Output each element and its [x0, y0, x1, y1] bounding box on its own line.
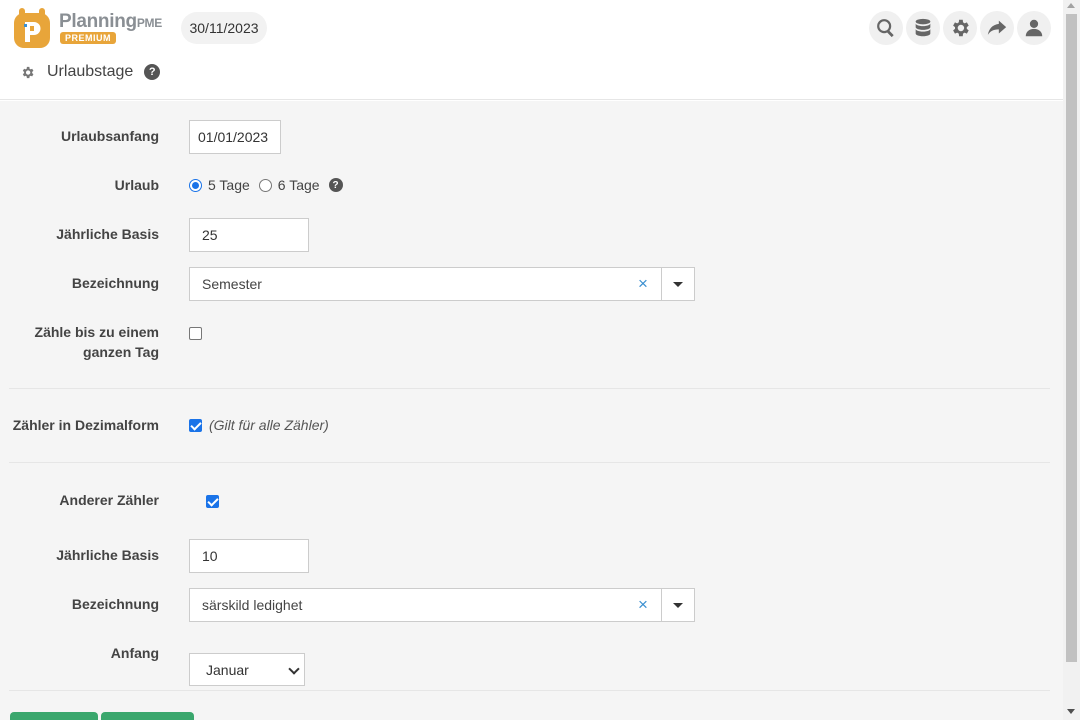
dropdown-arrow-icon[interactable] — [661, 589, 694, 621]
section-divider — [9, 388, 1050, 389]
count-full-day-checkbox[interactable] — [189, 327, 202, 340]
app-header: PlanningPME PREMIUM 30/11/2023 Urlaubsta… — [0, 0, 1063, 100]
designation-label: Bezeichnung — [71, 275, 159, 291]
help-icon[interactable]: ? — [144, 64, 161, 80]
decimal-counter-note: (Gilt für alle Zähler) — [209, 417, 329, 433]
scroll-down-icon[interactable] — [1067, 709, 1075, 714]
user-button[interactable] — [1017, 11, 1051, 45]
page-scrollbar[interactable] — [1063, 0, 1080, 720]
search-button[interactable] — [869, 11, 903, 45]
start-month-select[interactable]: Januar — [189, 653, 305, 686]
user-icon — [1025, 19, 1043, 37]
database-button[interactable] — [906, 11, 940, 45]
settings-form: Urlaubsanfang 01/01/2023 Urlaub 5 Tage 6… — [0, 101, 1063, 720]
save-button[interactable] — [10, 712, 98, 720]
decimal-counter-label: Zähler in Dezimalform — [12, 417, 159, 433]
designation-value[interactable]: Semester — [190, 268, 625, 300]
radio-6-days-label[interactable]: 6 Tage — [278, 177, 320, 193]
share-button[interactable] — [980, 11, 1014, 45]
page-title: Urlaubstage — [47, 63, 134, 80]
start-month-value: Januar — [206, 661, 249, 678]
vacation-label: Urlaub — [114, 177, 159, 193]
designation-combo[interactable]: Semester × — [189, 267, 695, 301]
designation-2-combo[interactable]: särskild ledighet × — [189, 588, 695, 622]
scrollbar-thumb[interactable] — [1066, 14, 1077, 662]
vacation-days-options: 5 Tage 6 Tage ? — [189, 177, 343, 193]
other-counter-checkbox[interactable] — [205, 495, 219, 508]
page-title-bar: Urlaubstage ? — [20, 60, 161, 84]
section-divider — [9, 690, 1050, 691]
start-month-label: Anfang — [110, 645, 159, 661]
settings-button[interactable] — [943, 11, 977, 45]
secondary-action-button[interactable] — [101, 712, 194, 720]
radio-5-days[interactable] — [189, 178, 202, 192]
logo-mark-icon — [14, 8, 50, 48]
decimal-counter-checkbox[interactable] — [189, 418, 202, 432]
database-icon — [915, 18, 931, 37]
clear-icon[interactable]: × — [625, 268, 661, 300]
radio-5-days-label[interactable]: 5 Tage — [208, 177, 250, 193]
radio-6-days[interactable] — [258, 178, 272, 192]
logo-wordmark: PlanningPME — [59, 11, 162, 32]
annual-basis-label: Jährliche Basis — [56, 226, 159, 242]
planningpme-logo[interactable]: PlanningPME PREMIUM — [12, 7, 172, 51]
share-icon — [987, 20, 1007, 35]
start-date-label: Urlaubsanfang — [60, 128, 159, 144]
count-full-day-label: Zähle bis zu einem ganzen Tag — [34, 324, 159, 360]
chevron-down-icon — [288, 663, 300, 675]
gear-icon — [953, 19, 969, 37]
clear-icon[interactable]: × — [625, 589, 661, 621]
current-date[interactable]: 30/11/2023 — [181, 12, 267, 44]
top-toolbar — [869, 11, 1051, 45]
designation-2-value[interactable]: särskild ledighet — [190, 589, 625, 621]
annual-basis-2-input[interactable]: 10 — [189, 539, 309, 573]
start-date-input[interactable]: 01/01/2023 — [189, 120, 281, 154]
gear-icon — [20, 65, 35, 80]
help-icon[interactable]: ? — [328, 178, 343, 192]
scroll-up-icon[interactable] — [1067, 3, 1075, 8]
decimal-counter-row: (Gilt für alle Zähler) — [189, 415, 329, 435]
other-counter-label: Anderer Zähler — [59, 492, 159, 508]
dropdown-arrow-icon[interactable] — [661, 268, 694, 300]
search-icon — [877, 19, 894, 38]
annual-basis-input[interactable]: 25 — [189, 218, 309, 252]
section-divider — [9, 462, 1050, 463]
annual-basis-2-label: Jährliche Basis — [56, 547, 159, 563]
designation-2-label: Bezeichnung — [71, 596, 159, 612]
premium-badge: PREMIUM — [60, 32, 116, 44]
